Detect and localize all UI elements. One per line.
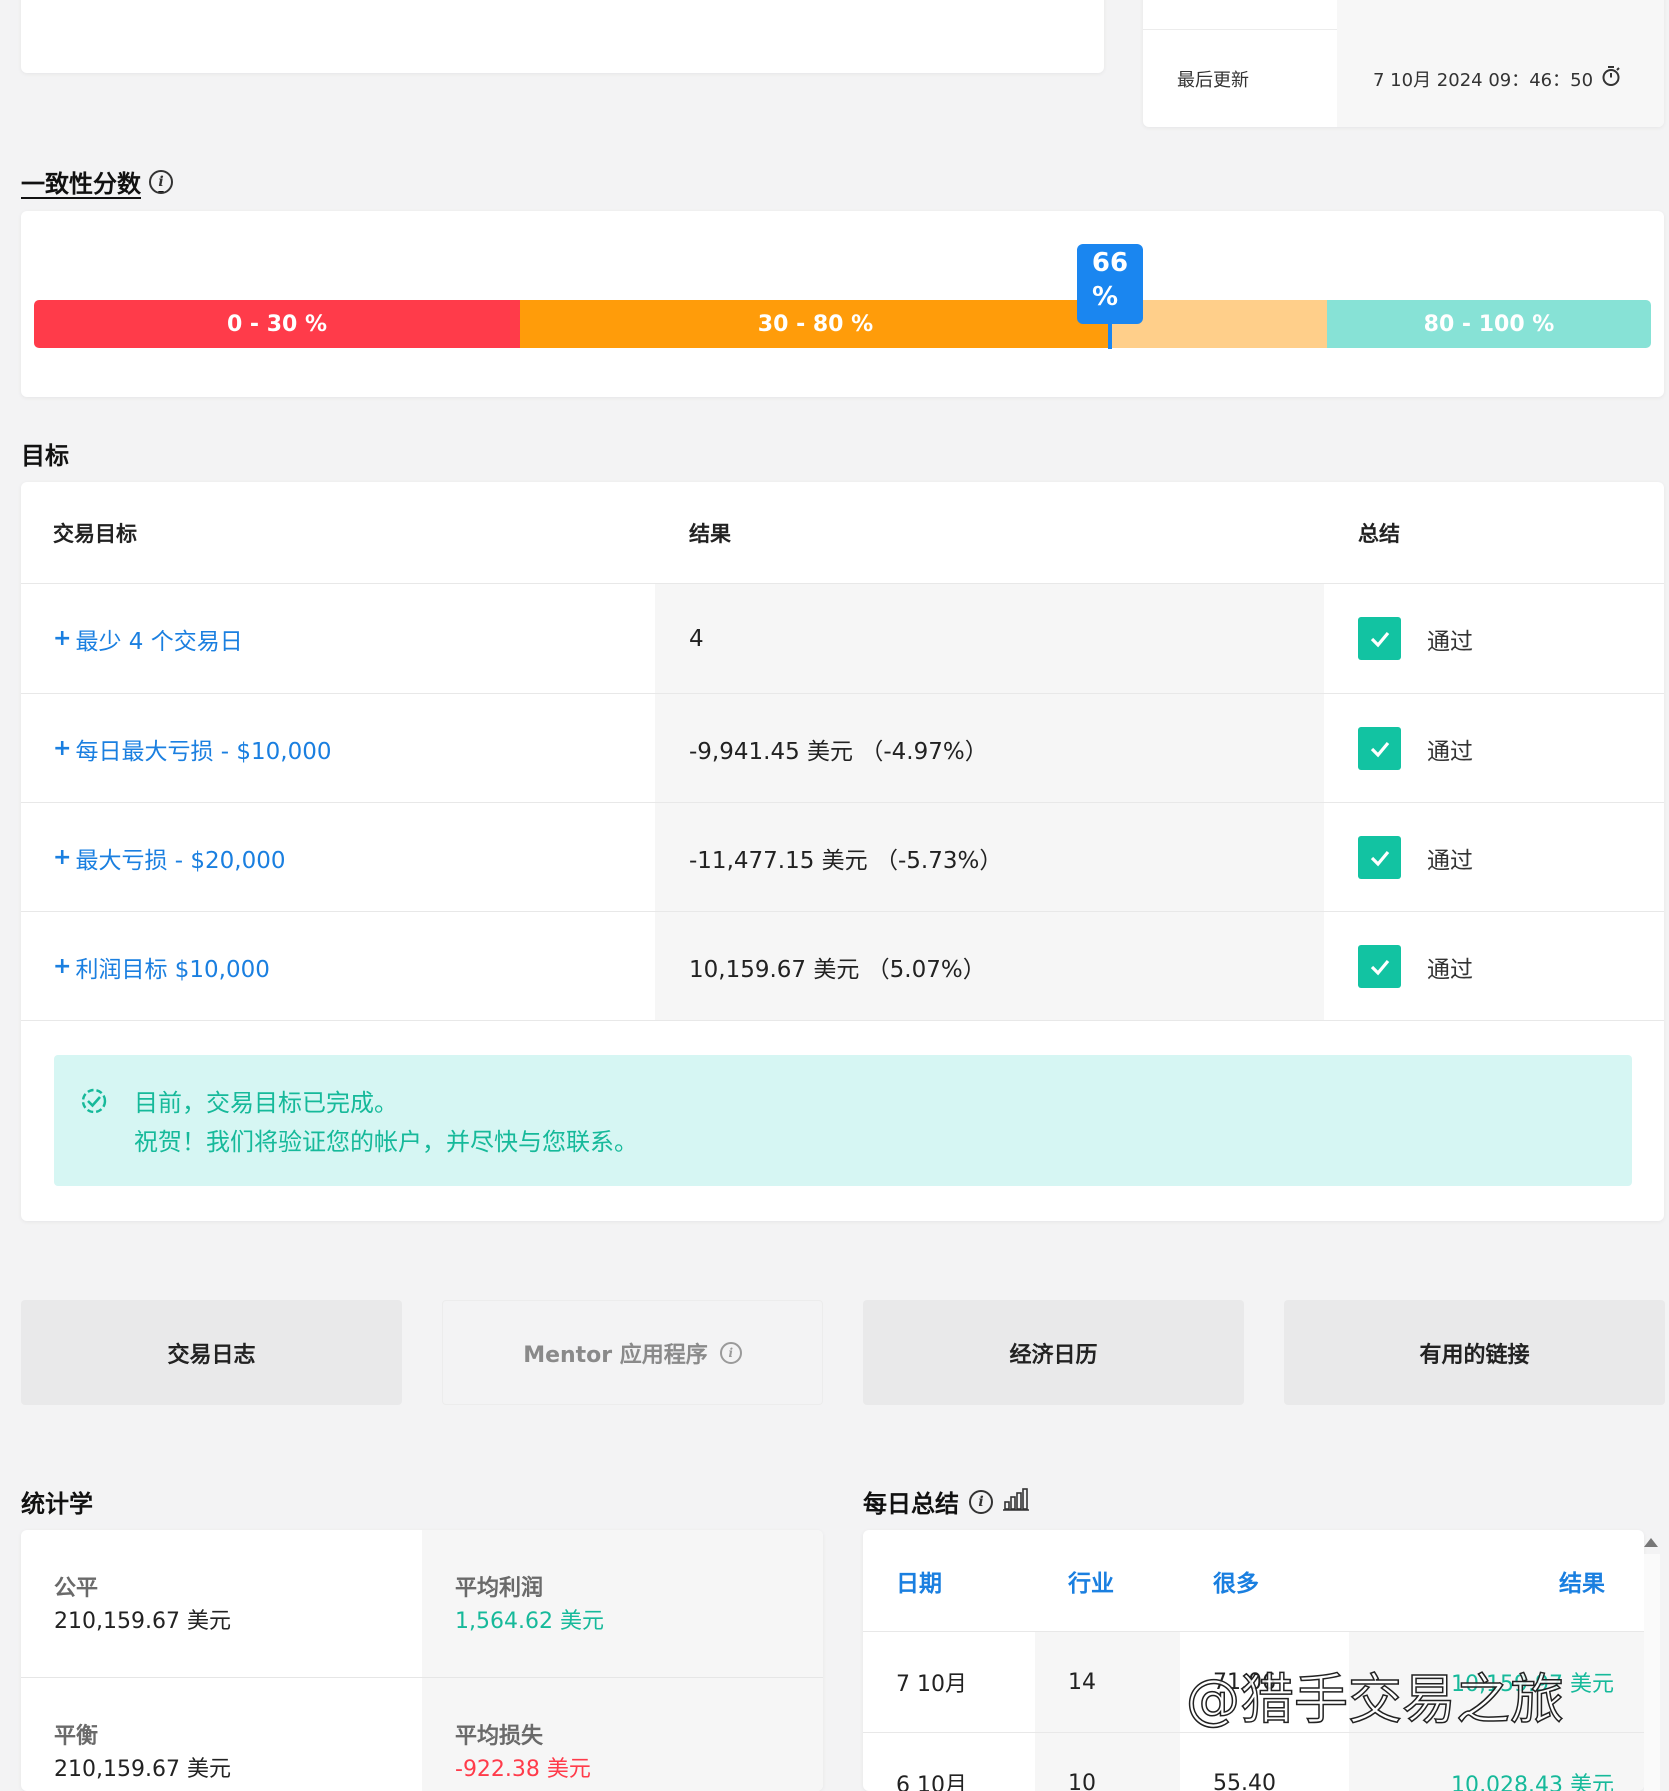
scrollbar[interactable]: [1644, 1554, 1660, 1791]
range-segment-high: 80 - 100 %: [1327, 300, 1651, 348]
goal-label: 利润目标 $10,000: [75, 956, 270, 983]
statistics-title: 统计学: [21, 1490, 93, 1518]
account-overview-card: [21, 0, 1104, 73]
economic-calendar-button[interactable]: 经济日历: [863, 1300, 1244, 1405]
plus-icon: +: [53, 845, 72, 870]
goal-label: 最大亏损 - $20,000: [75, 847, 286, 874]
mentor-app-button[interactable]: Mentor 应用程序 i: [442, 1300, 823, 1405]
goal-label: 每日最大亏损 - $10,000: [75, 738, 332, 765]
status-text: 通过: [1427, 738, 1473, 765]
stat-balance: 平衡 210,159.67 美元: [21, 1677, 422, 1791]
goal-result: 4: [655, 584, 1324, 693]
table-divider: [21, 1020, 1664, 1021]
scroll-up-arrow-icon[interactable]: [1644, 1538, 1658, 1547]
score-unit: %: [1091, 282, 1119, 312]
stat-label: 平均损失: [455, 1724, 544, 1749]
checkmark-icon: [1358, 617, 1401, 660]
goal-row: + 每日最大亏损 - $10,000 -9,941.45 美元 （-4.97%） …: [21, 693, 1664, 803]
stat-equity: 公平 210,159.67 美元: [21, 1530, 422, 1677]
stat-label: 公平: [54, 1576, 99, 1601]
goal-label: 最少 4 个交易日: [75, 628, 243, 655]
plus-icon: +: [53, 626, 72, 651]
goal-link[interactable]: + 最大亏损 - $20,000: [21, 803, 655, 912]
stat-value: 210,159.67 美元: [54, 1609, 231, 1634]
checkmark-icon: [1358, 945, 1401, 988]
account-info-card: 最后更新 7 10月 2024 09：46：50: [1143, 0, 1664, 127]
info-row-previous: [1143, 0, 1664, 30]
info-icon[interactable]: i: [719, 1341, 742, 1364]
cell-result: 10,028.43 美元: [1349, 1733, 1644, 1791]
header-goal: 交易目标: [53, 521, 137, 546]
goals-title: 目标: [21, 442, 69, 470]
watermark: @猎手交易之旅: [1185, 1667, 1565, 1732]
header-result[interactable]: 结果: [1559, 1530, 1605, 1631]
goal-status: 通过: [1324, 912, 1664, 1021]
daily-summary-title: 每日总结 i: [863, 1484, 1029, 1519]
goal-result: -11,477.15 美元 （-5.73%）: [655, 803, 1324, 912]
range-segment-mid: 30 - 80 %: [520, 300, 1111, 348]
success-message-line1: 目前，交易目标已完成。: [134, 1089, 398, 1117]
last-updated-label: 最后更新: [1177, 69, 1249, 91]
stat-value: -922.38 美元: [455, 1757, 591, 1782]
stopwatch-icon[interactable]: [1601, 65, 1621, 92]
table-row[interactable]: 6 10月 10 55.40 10,028.43 美元: [863, 1732, 1644, 1791]
stat-value: 1,564.62 美元: [455, 1609, 604, 1634]
cell-date: 6 10月: [896, 1773, 967, 1791]
cell-date: 7 10月: [896, 1672, 967, 1697]
score-value: 66: [1091, 248, 1129, 278]
goal-row: + 最少 4 个交易日 4 通过: [21, 583, 1664, 693]
status-text: 通过: [1427, 628, 1473, 655]
checkmark-icon: [1358, 836, 1401, 879]
cell-trades: 10: [1035, 1733, 1180, 1791]
stat-average-loss: 平均损失 -922.38 美元: [422, 1677, 823, 1791]
goal-result: -9,941.45 美元 （-4.97%）: [655, 694, 1324, 803]
goal-link[interactable]: + 利润目标 $10,000: [21, 912, 655, 1021]
goal-link[interactable]: + 每日最大亏损 - $10,000: [21, 694, 655, 803]
goal-result: 10,159.67 美元 （5.07%）: [655, 912, 1324, 1021]
trading-journal-button[interactable]: 交易日志: [21, 1300, 402, 1405]
stat-value: 210,159.67 美元: [54, 1757, 231, 1782]
plus-icon: +: [53, 736, 72, 761]
consistency-score-card: 0 - 30 % 30 - 80 % 80 - 100 % 66 %: [21, 211, 1664, 397]
mentor-app-label: Mentor 应用程序: [523, 1342, 708, 1368]
header-lots[interactable]: 很多: [1213, 1530, 1259, 1631]
checkmark-icon: [1358, 727, 1401, 770]
goal-row: + 利润目标 $10,000 10,159.67 美元 （5.07%） 通过: [21, 911, 1664, 1021]
consistency-title-text: 一致性分数: [21, 170, 141, 198]
info-icon[interactable]: i: [149, 169, 173, 194]
header-summary: 总结: [1358, 521, 1400, 546]
useful-links-button[interactable]: 有用的链接: [1284, 1300, 1665, 1405]
success-banner: 目前，交易目标已完成。 祝贺！我们将验证您的帐户，并尽快与您联系。: [54, 1055, 1632, 1186]
info-icon[interactable]: i: [969, 1489, 993, 1514]
cell-lots: 55.40: [1213, 1770, 1276, 1791]
verified-check-icon: [80, 1087, 108, 1121]
stat-average-profit: 平均利润 1,564.62 美元: [422, 1530, 823, 1677]
success-message-line2: 祝贺！我们将验证您的帐户，并尽快与您联系。: [134, 1128, 638, 1156]
score-marker-pin: [1108, 321, 1112, 349]
goal-link[interactable]: + 最少 4 个交易日: [21, 584, 655, 693]
cell-trades: 14: [1035, 1632, 1180, 1732]
goals-table: 交易目标 结果 总结 + 最少 4 个交易日 4 通过 + 每日最大亏损 - $10…: [21, 482, 1664, 1221]
header-date[interactable]: 日期: [896, 1530, 942, 1631]
score-marker: 66 %: [1077, 244, 1143, 324]
daily-summary-title-text: 每日总结: [863, 1490, 959, 1518]
consistency-score-title: 一致性分数 i: [21, 164, 173, 199]
range-segment-low: 0 - 30 %: [34, 300, 520, 348]
header-trades[interactable]: 行业: [1068, 1530, 1114, 1631]
last-updated-text: 7 10月 2024 09：46：50: [1373, 69, 1594, 91]
status-text: 通过: [1427, 956, 1473, 983]
status-text: 通过: [1427, 847, 1473, 874]
stat-label: 平衡: [54, 1724, 99, 1749]
goal-status: 通过: [1324, 694, 1664, 803]
bar-chart-icon[interactable]: [1003, 1487, 1029, 1517]
goal-status: 通过: [1324, 803, 1664, 912]
plus-icon: +: [53, 954, 72, 979]
stat-label: 平均利润: [455, 1576, 544, 1601]
statistics-card: 公平 210,159.67 美元 平均利润 1,564.62 美元 平衡 210…: [21, 1530, 823, 1791]
goal-status: 通过: [1324, 584, 1664, 693]
last-updated-value: 7 10月 2024 09：46：50: [1337, 30, 1664, 127]
header-result: 结果: [689, 521, 731, 546]
goal-row: + 最大亏损 - $20,000 -11,477.15 美元 （-5.73%） 通…: [21, 802, 1664, 912]
range-segment-mid-remainder: [1111, 300, 1327, 348]
